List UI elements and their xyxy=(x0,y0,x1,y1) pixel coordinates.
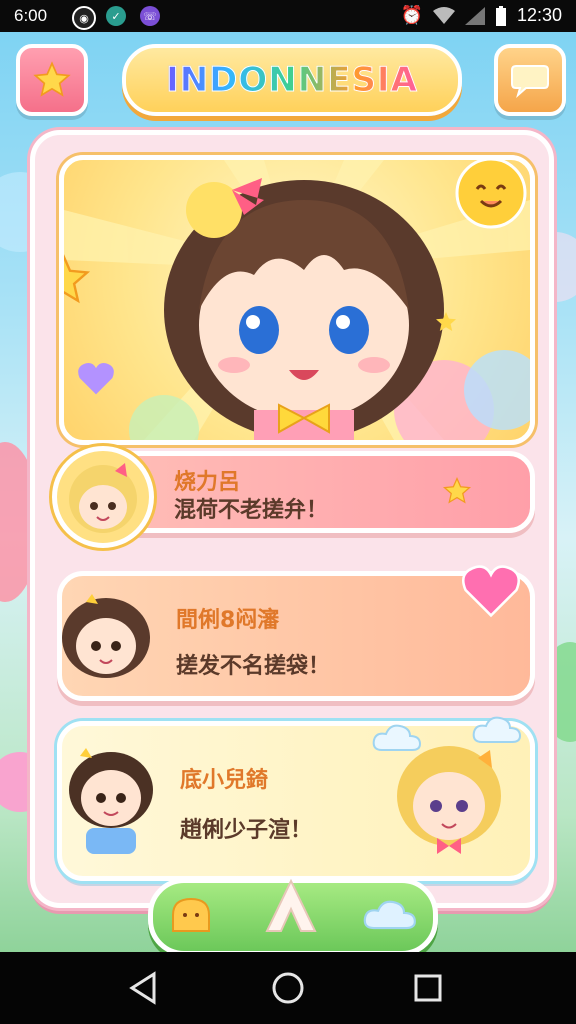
back-icon[interactable] xyxy=(126,970,162,1006)
viber-icon: ☏ xyxy=(140,6,160,26)
card-message: 混荷不老搓弁！ xyxy=(174,498,329,523)
battery-icon xyxy=(495,5,506,26)
message-card[interactable]: 底小兒錡 趙俐少子渲！ xyxy=(56,716,535,881)
signal-icon xyxy=(464,6,485,25)
title-banner: INDONNESIA xyxy=(122,44,462,116)
star-button[interactable] xyxy=(16,44,88,116)
star-icon xyxy=(436,312,456,331)
smiley-sun-icon xyxy=(455,157,527,229)
character-panel: 烧力呂 混荷不老搓弁！ 間俐8闷瀋 搓发不名搓袋！ 底小兒錡 趙俐少子渲！ xyxy=(30,130,554,908)
chibi-girl-character xyxy=(164,178,444,440)
avatar xyxy=(56,746,166,856)
bread-icon xyxy=(172,897,210,932)
blonde-girl-avatar xyxy=(69,463,137,533)
recents-icon[interactable] xyxy=(410,970,446,1006)
avatar xyxy=(382,734,516,868)
star-icon xyxy=(64,254,91,304)
system-navigation-bar xyxy=(0,952,576,1024)
heart-icon xyxy=(462,565,520,618)
avatar xyxy=(56,588,156,688)
card-name: 間俐8闷瀋 xyxy=(176,608,280,633)
avatar xyxy=(52,446,154,548)
heart-icon xyxy=(78,362,114,395)
wifi-icon xyxy=(432,6,455,24)
card-name: 底小兒錡 xyxy=(180,768,269,793)
messenger-icon: ◉ xyxy=(72,6,96,30)
home-circle-icon[interactable] xyxy=(270,970,306,1006)
status-time-right: 12:30 xyxy=(516,5,562,25)
star-icon xyxy=(442,476,472,504)
cloud-icon xyxy=(363,900,416,930)
message-card[interactable]: 烧力呂 混荷不老搓弁！ xyxy=(52,446,535,548)
cloud-icon xyxy=(472,716,522,743)
game-title: INDONNESIA xyxy=(166,60,418,101)
alarm-icon: ⏰ xyxy=(400,5,423,25)
blonde-girl-avatar xyxy=(397,746,501,854)
speech-bubble-icon xyxy=(511,65,549,98)
boy-waving-avatar xyxy=(69,748,153,854)
chat-button[interactable] xyxy=(494,44,566,116)
brown-hair-boy-avatar xyxy=(62,594,150,678)
star-icon xyxy=(33,61,71,97)
game-screen: INDONNESIA 烧力呂 混荷不老搓弁！ 間俐8闷瀋 搓发不名搓袋！ 底小兒… xyxy=(0,32,576,952)
card-message: 搓发不名搓袋！ xyxy=(176,654,331,679)
bottom-action-bar[interactable] xyxy=(148,878,438,952)
cloud-icon xyxy=(372,724,422,751)
app-icon: ✓ xyxy=(106,6,126,26)
status-time-left: 6:00 xyxy=(14,6,48,25)
card-message: 趙俐少子渲！ xyxy=(180,818,313,843)
home-arrow-icon[interactable] xyxy=(261,877,321,937)
status-bar: 6:00 ◉ ✓ ☏ ⏰ 12:30 xyxy=(0,0,576,32)
message-card[interactable]: 間俐8闷瀋 搓发不名搓袋！ xyxy=(56,565,535,701)
